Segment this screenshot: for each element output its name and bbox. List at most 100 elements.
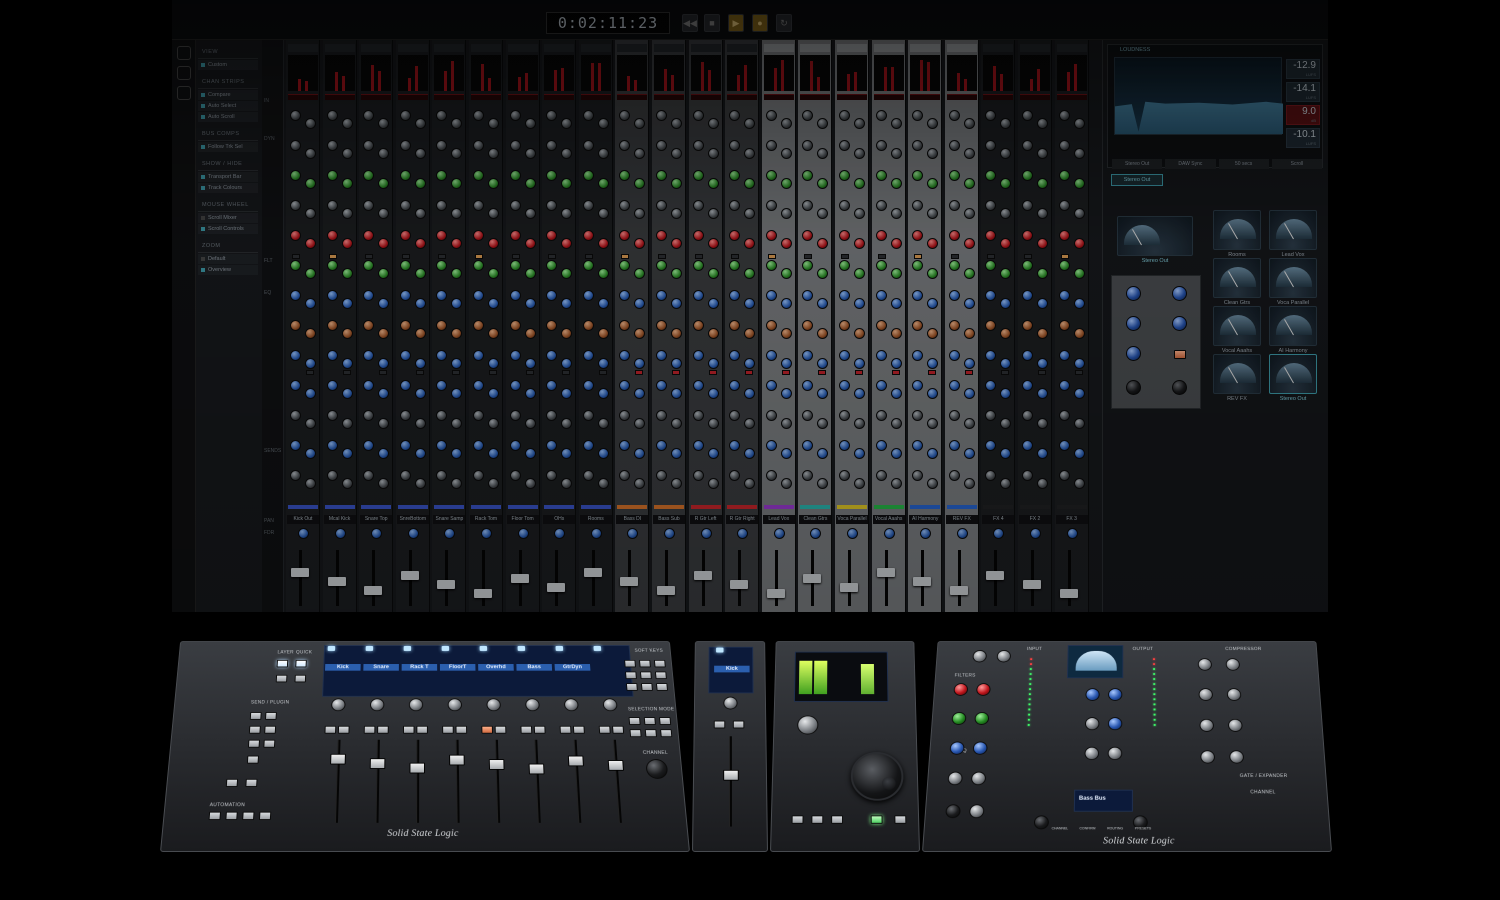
strip-knob[interactable] bbox=[451, 478, 462, 489]
strip-knob[interactable] bbox=[400, 170, 411, 181]
strip-knob[interactable] bbox=[473, 440, 484, 451]
sidebar-toggle[interactable]: Follow Trk Sel bbox=[198, 142, 258, 152]
strip-knob[interactable] bbox=[510, 380, 521, 391]
fader-cap[interactable] bbox=[1060, 589, 1078, 598]
strip-knob[interactable] bbox=[1037, 268, 1048, 279]
strip-knob[interactable] bbox=[1022, 260, 1033, 271]
strip-knob[interactable] bbox=[693, 230, 704, 241]
uc1-knob[interactable] bbox=[1199, 719, 1214, 732]
strip-knob[interactable] bbox=[671, 448, 682, 459]
strip-knob[interactable] bbox=[1074, 388, 1085, 399]
strip-switch[interactable] bbox=[695, 254, 703, 259]
strip-knob[interactable] bbox=[656, 140, 667, 151]
strip-knob[interactable] bbox=[451, 418, 462, 429]
strip-knob[interactable] bbox=[510, 470, 521, 481]
strip-knob[interactable] bbox=[525, 388, 536, 399]
strip-knob[interactable] bbox=[876, 350, 887, 361]
strip-switch[interactable] bbox=[1024, 254, 1032, 259]
strip-knob[interactable] bbox=[436, 170, 447, 181]
strip-knob[interactable] bbox=[619, 230, 630, 241]
select-button[interactable] bbox=[593, 646, 601, 651]
strip-knob[interactable] bbox=[854, 328, 865, 339]
strip-knob[interactable] bbox=[854, 388, 865, 399]
strip-knob[interactable] bbox=[854, 478, 865, 489]
strip-knob[interactable] bbox=[781, 178, 792, 189]
strip-knob[interactable] bbox=[1000, 448, 1011, 459]
strip-knob[interactable] bbox=[305, 208, 316, 219]
strip-knob[interactable] bbox=[693, 380, 704, 391]
strip-knob[interactable] bbox=[619, 380, 630, 391]
strip-knob[interactable] bbox=[436, 260, 447, 271]
strip-knob[interactable] bbox=[876, 380, 887, 391]
select-button[interactable] bbox=[328, 646, 336, 651]
track-name[interactable]: Kick Out bbox=[287, 515, 319, 524]
strip-knob[interactable] bbox=[619, 260, 630, 271]
strip-knob[interactable] bbox=[817, 388, 828, 399]
channel-strip[interactable]: Floor Tom bbox=[506, 40, 540, 612]
strip-knob[interactable] bbox=[510, 170, 521, 181]
strip-knob[interactable] bbox=[708, 418, 719, 429]
strip-knob[interactable] bbox=[891, 328, 902, 339]
strip-knob[interactable] bbox=[671, 268, 682, 279]
uf1-channel-encoder[interactable] bbox=[797, 715, 818, 734]
strip-knob[interactable] bbox=[964, 448, 975, 459]
strip-switch[interactable] bbox=[928, 370, 936, 375]
strip-knob[interactable] bbox=[708, 478, 719, 489]
strip-knob[interactable] bbox=[839, 290, 850, 301]
track-name[interactable]: AI Harmony bbox=[909, 515, 941, 524]
strip-knob[interactable] bbox=[817, 238, 828, 249]
uc1-knob[interactable] bbox=[1198, 658, 1212, 670]
strip-knob[interactable] bbox=[985, 380, 996, 391]
strip-switch[interactable] bbox=[416, 370, 424, 375]
strip-knob[interactable] bbox=[985, 410, 996, 421]
fader-cap[interactable] bbox=[657, 586, 675, 595]
strip-knob[interactable] bbox=[1000, 418, 1011, 429]
channel-strip[interactable]: FX 2 bbox=[1018, 40, 1052, 612]
strip-knob[interactable] bbox=[949, 200, 960, 211]
select-button[interactable] bbox=[442, 646, 449, 651]
channel-strip[interactable]: SnreBottom bbox=[396, 40, 430, 612]
channel-strip[interactable]: Clean Gtrs bbox=[798, 40, 832, 612]
function-button[interactable] bbox=[295, 660, 307, 667]
strip-knob[interactable] bbox=[744, 298, 755, 309]
soft-key-button[interactable] bbox=[639, 660, 651, 667]
strip-knob[interactable] bbox=[949, 410, 960, 421]
strip-knob[interactable] bbox=[817, 328, 828, 339]
strip-knob[interactable] bbox=[525, 268, 536, 279]
strip-knob[interactable] bbox=[488, 358, 499, 369]
strip-knob[interactable] bbox=[473, 110, 484, 121]
strip-knob[interactable] bbox=[671, 418, 682, 429]
strip-knob[interactable] bbox=[729, 110, 740, 121]
strip-knob[interactable] bbox=[561, 388, 572, 399]
strip-knob[interactable] bbox=[949, 140, 960, 151]
track-name[interactable]: REV FX bbox=[946, 515, 978, 524]
solo-button[interactable] bbox=[403, 726, 415, 734]
strip-knob[interactable] bbox=[744, 268, 755, 279]
strip-knob[interactable] bbox=[766, 320, 777, 331]
strip-switch[interactable] bbox=[1001, 370, 1009, 375]
channel-encoder[interactable] bbox=[645, 759, 668, 779]
function-button[interactable] bbox=[295, 675, 307, 683]
strip-knob[interactable] bbox=[1059, 140, 1070, 151]
strip-knob[interactable] bbox=[1059, 470, 1070, 481]
strip-knob[interactable] bbox=[451, 238, 462, 249]
strip-knob[interactable] bbox=[1037, 148, 1048, 159]
strip-switch[interactable] bbox=[965, 370, 973, 375]
solo-button[interactable] bbox=[442, 726, 454, 734]
fader-cap[interactable] bbox=[877, 568, 895, 577]
uf1-vpot[interactable] bbox=[723, 697, 737, 710]
strip-knob[interactable] bbox=[671, 358, 682, 369]
strip-knob[interactable] bbox=[510, 260, 521, 271]
record-hw-button[interactable] bbox=[894, 815, 906, 823]
rewind-button[interactable]: ◀◀ bbox=[682, 14, 698, 32]
pan-knob[interactable] bbox=[591, 528, 602, 539]
strip-knob[interactable] bbox=[656, 320, 667, 331]
track-name[interactable]: R Gtr Right bbox=[726, 515, 758, 524]
strip-knob[interactable] bbox=[781, 208, 792, 219]
strip-knob[interactable] bbox=[451, 328, 462, 339]
fader-cap[interactable] bbox=[291, 568, 309, 577]
strip-knob[interactable] bbox=[1037, 208, 1048, 219]
strip-knob[interactable] bbox=[964, 388, 975, 399]
cut-button[interactable] bbox=[573, 726, 585, 734]
strip-knob[interactable] bbox=[766, 350, 777, 361]
